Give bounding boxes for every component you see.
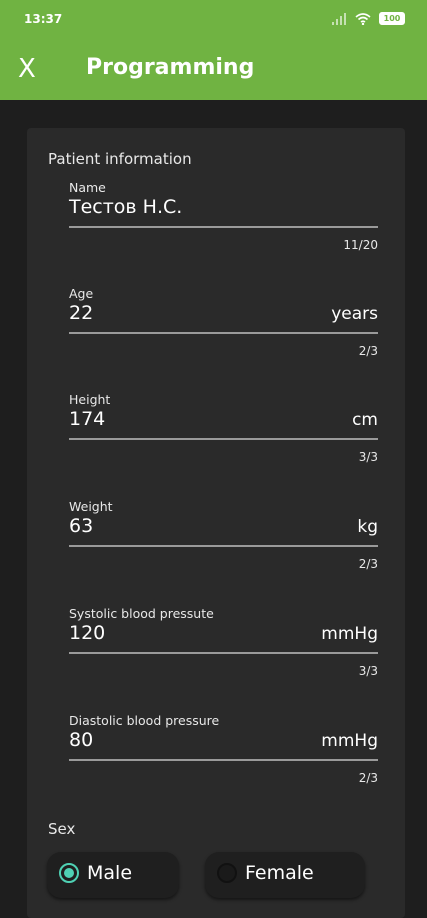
field-label: Systolic blood pressute xyxy=(69,606,214,621)
field-counter: 3/3 xyxy=(358,450,378,464)
systolic-field[interactable]: Systolic blood pressute 120 mmHg 3/3 xyxy=(69,606,378,696)
field-label: Name xyxy=(69,180,106,195)
field-suffix: cm xyxy=(352,410,378,430)
field-suffix: mmHg xyxy=(321,731,378,751)
height-input[interactable]: 174 xyxy=(69,408,105,430)
field-underline xyxy=(69,652,378,654)
name-input[interactable]: Тестов Н.С. xyxy=(69,196,182,218)
age-field[interactable]: Age 22 years 2/3 xyxy=(69,286,378,376)
field-label: Age xyxy=(69,286,94,301)
field-underline xyxy=(69,545,378,547)
field-label: Diastolic blood pressure xyxy=(69,713,220,728)
status-bar: 13:37 100 xyxy=(0,0,427,38)
content-area: Patient information Name Тестов Н.С. 11/… xyxy=(0,100,427,918)
weight-input[interactable]: 63 xyxy=(69,515,93,537)
radio-unchecked-icon[interactable] xyxy=(217,863,237,883)
radio-female[interactable]: Female xyxy=(205,852,365,898)
radio-label-female: Female xyxy=(245,862,314,884)
systolic-input[interactable]: 120 xyxy=(69,622,105,644)
field-counter: 3/3 xyxy=(358,664,378,678)
wifi-icon xyxy=(355,12,371,25)
weight-field[interactable]: Weight 63 kg 2/3 xyxy=(69,499,378,589)
field-underline xyxy=(69,438,378,440)
close-button[interactable]: X xyxy=(18,54,36,84)
section-title: Patient information xyxy=(48,150,192,168)
app-bar: X Programming xyxy=(0,38,427,100)
field-label: Weight xyxy=(69,499,113,514)
diastolic-field[interactable]: Diastolic blood pressure 80 mmHg 2/3 xyxy=(69,713,378,803)
sex-label: Sex xyxy=(48,820,76,838)
radio-label-male: Male xyxy=(87,862,133,884)
radio-male[interactable]: Male xyxy=(47,852,179,898)
field-counter: 2/3 xyxy=(358,771,378,785)
field-counter: 2/3 xyxy=(358,344,378,358)
field-underline xyxy=(69,332,378,334)
diastolic-input[interactable]: 80 xyxy=(69,729,93,751)
field-counter: 2/3 xyxy=(358,557,378,571)
field-underline xyxy=(69,759,378,761)
field-underline xyxy=(69,226,378,228)
radio-checked-icon[interactable] xyxy=(59,863,79,883)
age-input[interactable]: 22 xyxy=(69,302,93,324)
status-icons: 100 xyxy=(331,12,405,25)
height-field[interactable]: Height 174 cm 3/3 xyxy=(69,392,378,482)
field-suffix: mmHg xyxy=(321,624,378,644)
field-suffix: kg xyxy=(357,517,378,537)
patient-info-card: Patient information Name Тестов Н.С. 11/… xyxy=(27,128,405,918)
page-title: Programming xyxy=(86,55,255,80)
field-suffix: years xyxy=(331,304,378,324)
field-label: Height xyxy=(69,392,111,407)
status-time: 13:37 xyxy=(24,12,63,26)
field-counter: 11/20 xyxy=(343,238,378,252)
battery-icon: 100 xyxy=(379,12,405,25)
name-field[interactable]: Name Тестов Н.С. 11/20 xyxy=(69,180,378,270)
signal-icon xyxy=(332,12,346,25)
